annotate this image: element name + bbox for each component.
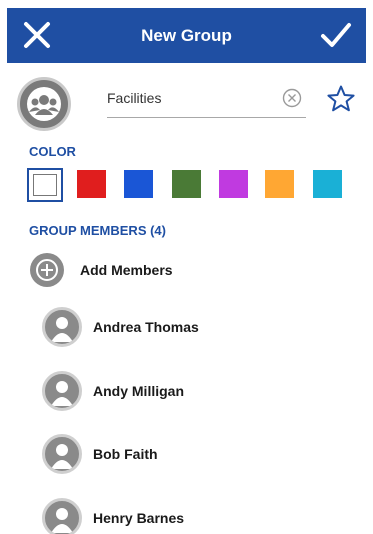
- color-label: COLOR: [29, 144, 76, 159]
- star-outline-icon[interactable]: [326, 84, 356, 114]
- member-name: Bob Faith: [93, 446, 158, 462]
- person-icon: [42, 371, 82, 411]
- color-swatch-green[interactable]: [172, 170, 201, 198]
- add-members-button[interactable]: Add Members: [30, 253, 173, 287]
- clear-circle-icon[interactable]: [282, 88, 302, 108]
- color-swatch-orange[interactable]: [265, 170, 294, 198]
- person-icon: [42, 498, 82, 534]
- member-list-item[interactable]: Andrea Thomas: [42, 306, 199, 348]
- group-name-field[interactable]: [107, 84, 306, 118]
- color-swatch-cyan[interactable]: [313, 170, 342, 198]
- member-list-item[interactable]: Henry Barnes: [42, 497, 184, 534]
- person-icon: [42, 307, 82, 347]
- add-members-label: Add Members: [80, 262, 173, 278]
- group-members-label: GROUP MEMBERS (4): [29, 223, 166, 238]
- close-icon[interactable]: [23, 21, 51, 49]
- person-icon: [42, 434, 82, 474]
- app-header: New Group: [7, 8, 366, 63]
- color-swatch-blue[interactable]: [124, 170, 153, 198]
- group-avatar[interactable]: [17, 77, 71, 131]
- member-name: Henry Barnes: [93, 510, 185, 526]
- checkmark-icon[interactable]: [320, 21, 352, 49]
- page-title: New Group: [141, 25, 232, 45]
- color-swatch-red[interactable]: [77, 170, 106, 198]
- member-list-item[interactable]: Bob Faith: [42, 433, 158, 475]
- member-name: Andrea Thomas: [93, 319, 199, 335]
- group-name-input[interactable]: [107, 84, 272, 112]
- member-list-item[interactable]: Andy Milligan: [42, 370, 184, 412]
- group-icon: [27, 87, 61, 121]
- color-swatch-white[interactable]: [27, 168, 63, 202]
- add-icon: [30, 253, 64, 287]
- member-name: Andy Milligan: [93, 383, 184, 399]
- color-swatch-purple[interactable]: [219, 170, 248, 198]
